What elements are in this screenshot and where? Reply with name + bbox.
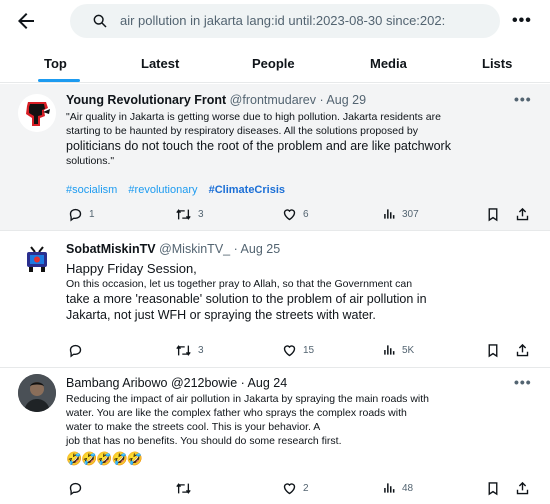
tweet-actions: 1 3 6 307 (0, 207, 550, 227)
tweet-actions: 2 48 (0, 481, 550, 501)
avatar[interactable] (18, 374, 56, 412)
hashtag-link[interactable]: #ClimateCrisis (209, 184, 285, 196)
hashtag-link[interactable]: #revolutionary (128, 184, 197, 196)
tweet-line: Reducing the impact of air pollution in … (66, 393, 430, 405)
tab-top[interactable]: Top (44, 56, 67, 71)
share-icon[interactable] (515, 481, 530, 496)
active-tab-indicator (38, 79, 80, 82)
view-count: 48 (402, 482, 414, 494)
more-options-icon[interactable]: ••• (512, 12, 532, 30)
author-handle-date[interactable]: @frontmudarev · Aug 29 (230, 93, 366, 107)
retweet-count: 3 (198, 345, 204, 356)
tweet-line: water. You are like the complex father w… (66, 407, 407, 419)
tweet-header: Young Revolutionary Front @frontmudarev … (66, 93, 366, 107)
retweet-icon (176, 483, 191, 494)
tv-mascot-logo (18, 241, 56, 279)
raised-fist-logo (18, 94, 56, 132)
bookmark-icon[interactable] (486, 343, 500, 358)
tweet-line: Happy Friday Session, (66, 261, 197, 276)
search-icon (93, 14, 107, 28)
top-bar: air pollution in jakarta lang:id until:2… (0, 0, 550, 42)
back-arrow-icon[interactable] (14, 9, 38, 33)
tab-people[interactable]: People (252, 56, 295, 71)
analytics-icon (384, 483, 395, 493)
reply-button[interactable] (68, 343, 89, 358)
like-button[interactable]: 15 (282, 343, 314, 358)
views-button[interactable]: 307 (382, 207, 419, 221)
tweet-actions: 3 15 5K (0, 343, 550, 363)
heart-icon (283, 345, 296, 357)
bookmark-icon[interactable] (486, 481, 500, 496)
tweet-line: take a more 'reasonable' solution to the… (66, 292, 427, 306)
tweet-more-icon[interactable]: ••• (514, 374, 532, 390)
reply-button[interactable] (68, 481, 89, 496)
reply-icon (69, 208, 82, 222)
avatar[interactable] (18, 241, 56, 279)
views-button[interactable]: 5K (382, 343, 414, 357)
tweet-more-icon[interactable]: ••• (514, 91, 532, 107)
search-tabs: Top Latest People Media Lists (0, 48, 550, 83)
retweet-button[interactable]: 3 (175, 207, 204, 222)
tweet-header: Bambang Aribowo @212bowie · Aug 24 (66, 376, 287, 390)
tweet-line: On this occasion, let us together pray t… (66, 278, 413, 290)
like-button[interactable]: 6 (282, 207, 309, 222)
tweet-card[interactable]: Bambang Aribowo @212bowie · Aug 24 ••• R… (0, 368, 550, 504)
tweet-line: "Air quality in Jakarta is getting worse… (66, 111, 441, 123)
analytics-icon (384, 345, 395, 355)
tab-latest[interactable]: Latest (141, 56, 179, 71)
reply-count: 1 (89, 209, 95, 220)
view-count: 5K (402, 344, 415, 356)
reply-button[interactable]: 1 (68, 207, 95, 222)
tweet-line: water to make the streets cool. This is … (66, 421, 321, 433)
search-input[interactable]: air pollution in jakarta lang:id until:2… (120, 13, 492, 28)
author-handle-date[interactable]: @212bowie · Aug 24 (171, 376, 287, 390)
tweet-line: starting to be haunted by respiratory di… (66, 125, 418, 137)
tweet-line: job that has no benefits. You should do … (66, 435, 342, 447)
reply-icon (69, 344, 82, 358)
like-count: 6 (303, 209, 309, 220)
tab-media[interactable]: Media (370, 56, 407, 71)
hashtags: #socialism #revolutionary #ClimateCrisis (66, 184, 293, 196)
tweet-text: Happy Friday Session, On this occasion, … (66, 261, 536, 323)
author-name[interactable]: Bambang Aribowo (66, 376, 167, 390)
retweet-button[interactable] (175, 481, 198, 496)
tweet-card[interactable]: Young Revolutionary Front @frontmudarev … (0, 84, 550, 231)
author-name[interactable]: Young Revolutionary Front (66, 93, 226, 107)
views-button[interactable]: 48 (382, 481, 413, 495)
tweet-text: "Air quality in Jakarta is getting worse… (66, 110, 536, 168)
tab-lists[interactable]: Lists (482, 56, 512, 71)
reply-icon (69, 482, 82, 496)
search-bar[interactable]: air pollution in jakarta lang:id until:2… (70, 4, 500, 38)
share-icon[interactable] (515, 343, 530, 358)
laughing-emoji-row: 🤣🤣🤣🤣🤣 (66, 451, 143, 466)
tweet-text: Reducing the impact of air pollution in … (66, 392, 536, 448)
profile-photo (18, 374, 56, 412)
retweet-icon (176, 345, 191, 356)
tweet-card[interactable]: SobatMiskinTV @MiskinTV_ · Aug 25 Happy … (0, 231, 550, 368)
tweet-line: Jakarta, not just WFH or spraying the st… (66, 308, 376, 322)
bookmark-icon[interactable] (486, 207, 500, 222)
tweet-line: solutions." (66, 155, 115, 167)
retweet-count: 3 (198, 209, 204, 220)
retweet-icon (176, 209, 191, 220)
avatar[interactable] (18, 94, 56, 132)
view-count: 307 (402, 208, 419, 220)
share-icon[interactable] (515, 207, 530, 222)
heart-icon (283, 483, 296, 495)
like-count: 2 (303, 483, 309, 494)
author-name[interactable]: SobatMiskinTV (66, 242, 156, 256)
heart-icon (283, 209, 296, 221)
hashtag-link[interactable]: #socialism (66, 184, 117, 196)
retweet-button[interactable]: 3 (175, 343, 204, 358)
author-handle-date[interactable]: @MiskinTV_ · Aug 25 (159, 242, 280, 256)
like-button[interactable]: 2 (282, 481, 309, 496)
like-count: 15 (303, 345, 315, 356)
tweet-line: politicians do not touch the root of the… (66, 139, 451, 153)
tweet-header: SobatMiskinTV @MiskinTV_ · Aug 25 (66, 242, 280, 256)
analytics-icon (384, 209, 395, 219)
